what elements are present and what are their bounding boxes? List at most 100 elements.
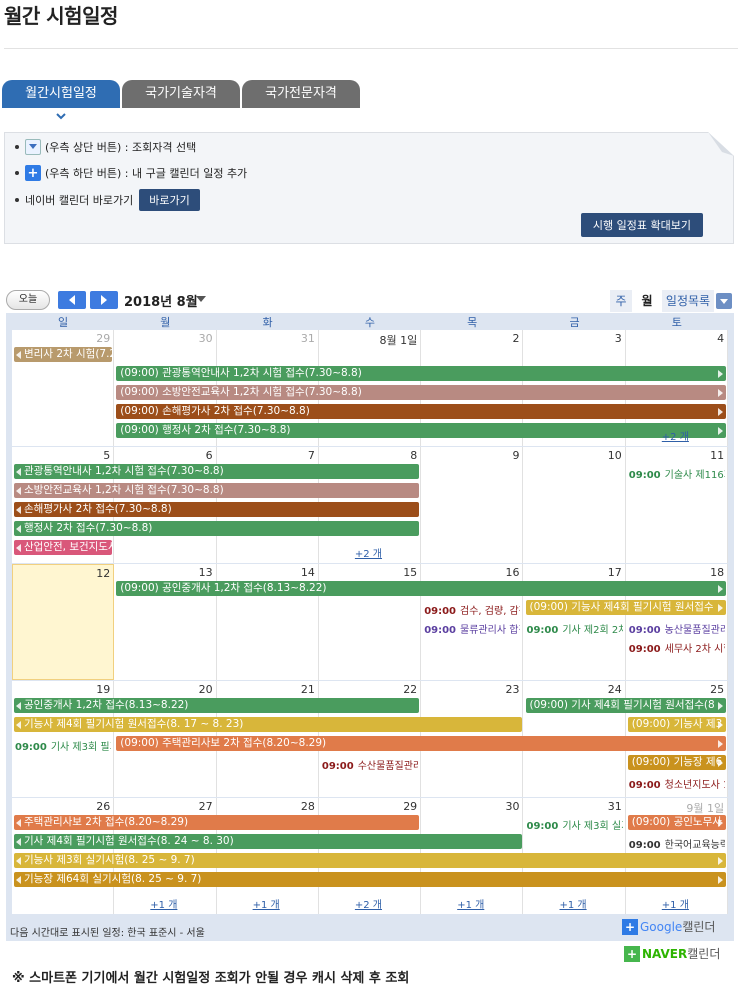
event-bar[interactable]: (09:00) 기능사 제3: [627, 717, 727, 732]
zoom-schedule-button[interactable]: 시행 일정표 확대보기: [580, 213, 703, 237]
google-calendar-button[interactable]: + Google 캘린더: [622, 918, 715, 935]
view-agenda-button[interactable]: 일정목록: [662, 290, 714, 312]
day-number: 30: [505, 800, 520, 813]
naver-calendar-button[interactable]: + NAVER 캘린더: [624, 945, 720, 962]
weekday-fri: 금: [569, 316, 580, 329]
event-bar[interactable]: 기사 제4회 필기시험 원서접수(8. 24 ~ 8. 30): [14, 834, 522, 849]
more-events-link[interactable]: +2 개: [355, 545, 382, 560]
day-number: 30: [198, 332, 213, 345]
day-cell[interactable]: 10: [524, 447, 626, 563]
event-title: 기사 제3회 필기: [50, 742, 111, 753]
day-number: 13: [198, 566, 213, 579]
week-row: 26 27 28 29 30 31 9월 1일 주택관리사보 2차 접수(8.20~8.29)…: [12, 798, 729, 914]
day-cell[interactable]: 12: [12, 564, 115, 680]
bullet: [15, 171, 19, 175]
timed-event[interactable]: 09:00 기사 제2회 2차: [527, 621, 623, 636]
event-bar[interactable]: (09:00) 기능장 제6: [627, 755, 727, 770]
continues-right-icon: [718, 759, 724, 767]
continues-right-icon: [718, 389, 724, 397]
event-bar[interactable]: (09:00) 기사 제4회 필기시험 원서접수(8: [525, 698, 727, 713]
goto-naver-button[interactable]: 바로가기: [139, 189, 200, 211]
today-button[interactable]: 오늘: [6, 290, 50, 310]
current-month-label: 2018년 8월: [124, 295, 198, 310]
event-bar[interactable]: (09:00) 기능사 제4회 필기시험 원서접수: [525, 600, 727, 615]
day-number: 22: [403, 683, 418, 696]
tab-national-technical[interactable]: 국가기술자격: [122, 80, 240, 108]
event-bar[interactable]: (09:00) 행정사 2차 접수(7.30~8.8): [116, 423, 727, 438]
event-bar[interactable]: (09:00) 공인중개사 1,2차 접수(8.13~8.22): [116, 581, 727, 596]
event-bar[interactable]: 주택관리사보 2차 접수(8.20~8.29): [14, 815, 420, 830]
more-events-link[interactable]: +1 개: [150, 896, 177, 911]
event-bar[interactable]: 소방안전교육사 1,2차 시험 접수(7.30~8.8): [14, 483, 420, 498]
event-title: (09:00) 주택관리사보 2차 접수(8.20~8.29): [120, 737, 327, 749]
event-time: 09:00: [628, 644, 661, 655]
more-events-link[interactable]: +1 개: [253, 896, 280, 911]
weekday-wed: 수: [364, 316, 375, 329]
event-title: 주택관리사보 2차 접수(8.20~8.29): [24, 816, 189, 828]
event-bar[interactable]: (09:00) 주택관리사보 2차 접수(8.20~8.29): [116, 736, 727, 751]
calendar-select-button[interactable]: [716, 293, 732, 309]
more-events-link[interactable]: +1 개: [662, 896, 689, 911]
event-title: 공인중개사 1,2차 접수(8.13~8.22): [24, 699, 189, 711]
timed-event[interactable]: 09:00 청소년지도사 1: [629, 776, 725, 791]
event-bar[interactable]: 기능사 제4회 필기시험 원서접수(8. 17 ~ 8. 23): [14, 717, 522, 732]
month-calendar: 일월화수목금토 2930318월 1일234변리사 2차 시험(7.28~(09…: [6, 313, 734, 941]
event-title: 기사 제4회 필기시험 원서접수(8. 24 ~ 8. 30): [24, 835, 234, 847]
prev-month-button[interactable]: [58, 291, 86, 309]
event-bar[interactable]: 행정사 2차 접수(7.30~8.8): [14, 521, 420, 536]
timed-event[interactable]: 09:00검수, 검량, 감정사: [424, 602, 520, 617]
timed-event[interactable]: 09:00기사 제3회 필기: [15, 738, 111, 753]
tab-national-professional[interactable]: 국가전문자격: [242, 80, 360, 108]
event-bar[interactable]: (09:00) 손해평가사 2차 접수(7.30~8.8): [116, 404, 727, 419]
timed-event[interactable]: 09:00기사 제3회 실기: [527, 817, 623, 832]
day-number: 9: [512, 449, 520, 462]
more-events-link[interactable]: +1 개: [457, 896, 484, 911]
info-panel: (우측 상단 버튼) : 조회자격 선택 + (우측 하단 버튼) : 내 구글…: [4, 132, 734, 244]
event-bar[interactable]: 기능사 제3회 실기시험(8. 25 ~ 9. 7): [14, 853, 727, 868]
day-number: 24: [607, 683, 622, 696]
event-bar[interactable]: 손해평가사 2차 접수(7.30~8.8): [14, 502, 420, 517]
plus-icon: +: [25, 165, 41, 181]
event-bar[interactable]: (09:00) 관광통역안내사 1,2차 시험 접수(7.30~8.8): [116, 366, 727, 381]
continues-left-icon: [16, 525, 21, 533]
event-title: 기능장 제64회 실기시험(8. 25 ~ 9. 7): [24, 873, 202, 885]
plus-icon: +: [624, 945, 640, 962]
event-title: 관광통역안내사 1,2차 시험 접수(7.30~8.8): [24, 465, 224, 477]
day-cell[interactable]: 9: [421, 447, 524, 563]
event-bar[interactable]: 기능장 제64회 실기시험(8. 25 ~ 9. 7): [14, 872, 727, 887]
day-number: 27: [198, 800, 213, 813]
timed-event[interactable]: 09:00 한국어교육능력: [629, 836, 725, 851]
day-number: 7: [307, 449, 315, 462]
weekday-thu: 목: [467, 316, 478, 329]
day-cell[interactable]: 11: [626, 447, 729, 563]
month-dropdown-icon[interactable]: [196, 296, 206, 302]
event-time: 09:00: [628, 625, 661, 636]
event-title: 행정사 2차 접수(7.30~8.8): [24, 522, 153, 534]
event-title: 기능사 제3회 실기시험(8. 25 ~ 9. 7): [24, 854, 195, 866]
event-bar[interactable]: 산업안전, 보건지도사: [14, 540, 113, 555]
event-bar[interactable]: (09:00) 소방안전교육사 1,2차 시험 접수(7.30~8.8): [116, 385, 727, 400]
event-bar[interactable]: 변리사 2차 시험(7.28~: [14, 347, 113, 362]
event-bar[interactable]: (09:00) 공인노무사: [627, 815, 727, 830]
continues-left-icon: [16, 506, 21, 514]
event-bar[interactable]: 공인중개사 1,2차 접수(8.13~8.22): [14, 698, 420, 713]
view-week-button[interactable]: 주: [610, 290, 632, 312]
continues-right-icon: [718, 427, 724, 435]
more-events-link[interactable]: +2 개: [662, 428, 689, 443]
more-events-link[interactable]: +2 개: [355, 896, 382, 911]
timed-event[interactable]: 09:00세무사 2차 시험: [629, 640, 725, 655]
tab-monthly[interactable]: 월간시험일정: [2, 80, 120, 108]
timed-event[interactable]: 09:00수산물품질관리사: [322, 757, 418, 772]
event-title: 기사 제3회 실기: [562, 821, 622, 832]
naver-calendar-label: 캘린더: [687, 947, 721, 961]
timed-event[interactable]: 09:00농산물품질관리사: [629, 621, 725, 636]
day-number: 20: [198, 683, 213, 696]
timed-event[interactable]: 09:00기술사 제116회: [629, 466, 725, 481]
timed-event[interactable]: 09:00물류관리사 합격자: [424, 621, 520, 636]
more-events-link[interactable]: +1 개: [560, 896, 587, 911]
week-row: 19 20 21 22 23 24 25 공인중개사 1,2차 접수(8.13~8.22) (0…: [12, 681, 729, 797]
continues-left-icon: [16, 721, 21, 729]
next-month-button[interactable]: [90, 291, 118, 309]
view-month-button[interactable]: 월: [634, 290, 660, 312]
event-bar[interactable]: 관광통역안내사 1,2차 시험 접수(7.30~8.8): [14, 464, 420, 479]
